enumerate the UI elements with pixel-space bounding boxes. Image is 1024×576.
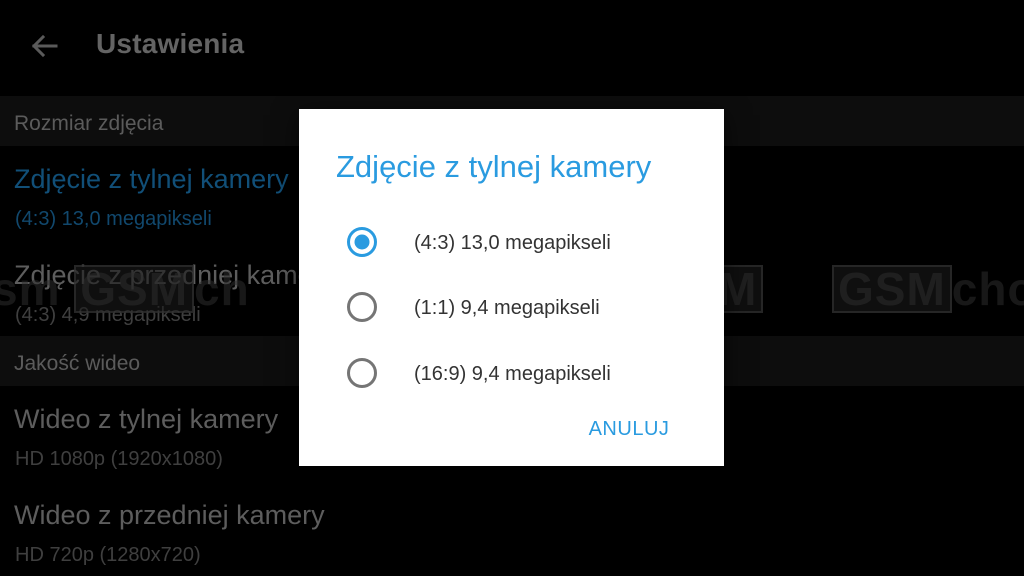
option-label: (16:9) 9,4 megapikseli xyxy=(414,363,611,385)
radio-unselected-icon[interactable] xyxy=(346,357,378,389)
dialog-title: Zdjęcie z tylnej kamery xyxy=(336,149,652,184)
option-1-1[interactable]: (1:1) 9,4 megapikseli xyxy=(299,277,724,337)
option-label: (1:1) 9,4 megapikseli xyxy=(414,297,600,319)
option-4-3[interactable]: (4:3) 13,0 megapikseli xyxy=(299,212,724,272)
option-label: (4:3) 13,0 megapikseli xyxy=(414,232,611,254)
cancel-button[interactable]: ANULUJ xyxy=(579,409,679,449)
settings-screen: Ustawienia Rozmiar zdjęcia Zdjęcie z tyl… xyxy=(0,0,1024,576)
radio-unselected-icon[interactable] xyxy=(346,291,378,323)
picture-size-dialog: Zdjęcie z tylnej kamery (4:3) 13,0 megap… xyxy=(299,109,724,466)
radio-selected-icon[interactable] xyxy=(346,226,378,258)
option-16-9[interactable]: (16:9) 9,4 megapikseli xyxy=(299,343,724,403)
